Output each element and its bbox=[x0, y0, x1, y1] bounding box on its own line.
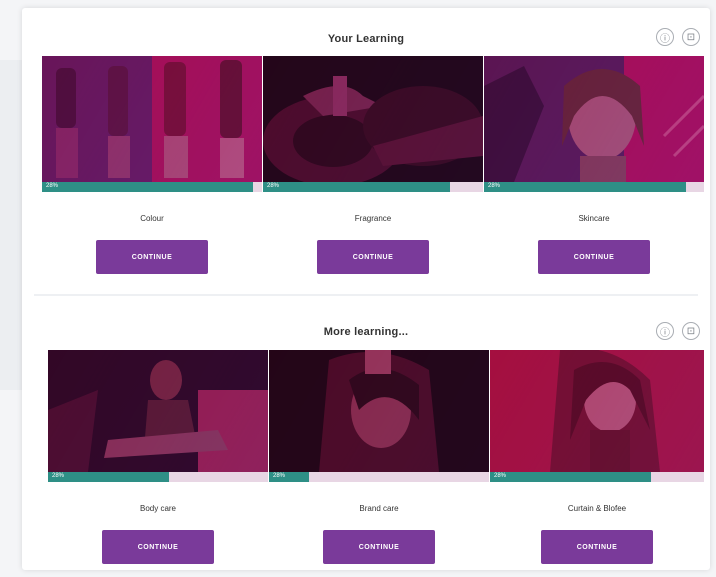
section-icons: ⓘ ⊡ bbox=[656, 28, 700, 46]
progress-label: 28% bbox=[488, 183, 501, 189]
your-learning-section: Your Learning ⓘ ⊡ 28% Colour CONTINUE 28… bbox=[22, 8, 710, 294]
photo-overlay bbox=[263, 56, 483, 182]
progress-bar: 28% bbox=[490, 472, 704, 482]
photo-overlay bbox=[269, 350, 489, 472]
progress-bar: 28% bbox=[269, 472, 489, 482]
course-tile[interactable]: 28% Colour CONTINUE bbox=[42, 56, 262, 274]
photo-overlay bbox=[490, 350, 704, 472]
progress-label: 28% bbox=[267, 183, 280, 189]
learning-dashboard-card: Your Learning ⓘ ⊡ 28% Colour CONTINUE 28… bbox=[22, 8, 710, 570]
expand-icon[interactable]: ⊡ bbox=[682, 28, 700, 46]
course-tile[interactable]: 28% Fragrance CONTINUE bbox=[263, 56, 483, 274]
continue-button[interactable]: CONTINUE bbox=[323, 530, 435, 564]
progress-bar: 28% bbox=[263, 182, 483, 192]
info-icon[interactable]: ⓘ bbox=[656, 322, 674, 340]
course-tiles: 28% Body care CONTINUE 28% Brand care CO… bbox=[48, 350, 704, 564]
course-thumbnail[interactable] bbox=[48, 350, 268, 472]
continue-button[interactable]: CONTINUE bbox=[538, 240, 650, 274]
progress-bar: 28% bbox=[484, 182, 704, 192]
course-title: Brand care bbox=[359, 504, 399, 513]
continue-button[interactable]: CONTINUE bbox=[96, 240, 208, 274]
progress-label: 28% bbox=[273, 473, 286, 479]
course-title: Curtain & Blofee bbox=[567, 504, 627, 513]
course-title: Colour bbox=[140, 214, 164, 223]
progress-label: 28% bbox=[52, 473, 65, 479]
photo-overlay bbox=[42, 56, 262, 182]
course-tile[interactable]: 28% Curtain & Blofee CONTINUE bbox=[490, 350, 704, 564]
section-divider bbox=[34, 294, 698, 296]
photo-overlay bbox=[48, 350, 268, 472]
info-icon[interactable]: ⓘ bbox=[656, 28, 674, 46]
photo-overlay bbox=[484, 56, 704, 182]
course-title: Skincare bbox=[578, 214, 610, 223]
progress-label: 28% bbox=[46, 183, 59, 189]
section-title: More learning... bbox=[323, 326, 409, 338]
course-title: Body care bbox=[139, 504, 177, 513]
continue-button[interactable]: CONTINUE bbox=[541, 530, 653, 564]
expand-icon[interactable]: ⊡ bbox=[682, 322, 700, 340]
more-learning-section: More learning... ⓘ ⊡ 28% Body care CONTI… bbox=[22, 298, 710, 570]
section-icons: ⓘ ⊡ bbox=[656, 322, 700, 340]
progress-bar: 28% bbox=[48, 472, 268, 482]
course-thumbnail[interactable] bbox=[42, 56, 262, 182]
progress-fill bbox=[42, 182, 254, 192]
progress-label: 28% bbox=[494, 473, 507, 479]
course-thumbnail[interactable] bbox=[490, 350, 704, 472]
course-thumbnail[interactable] bbox=[484, 56, 704, 182]
course-tile[interactable]: 28% Skincare CONTINUE bbox=[484, 56, 704, 274]
course-tile[interactable]: 28% Body care CONTINUE bbox=[48, 350, 268, 564]
progress-fill bbox=[263, 182, 450, 192]
progress-fill bbox=[484, 182, 687, 192]
progress-fill bbox=[48, 472, 169, 482]
progress-bar: 28% bbox=[42, 182, 262, 192]
section-title: Your Learning bbox=[327, 33, 405, 45]
course-tiles: 28% Colour CONTINUE 28% Fragrance CONTIN… bbox=[42, 56, 704, 274]
progress-fill bbox=[490, 472, 651, 482]
course-thumbnail[interactable] bbox=[263, 56, 483, 182]
course-tile[interactable]: 28% Brand care CONTINUE bbox=[269, 350, 489, 564]
course-title: Fragrance bbox=[354, 214, 392, 223]
continue-button[interactable]: CONTINUE bbox=[317, 240, 429, 274]
course-thumbnail[interactable] bbox=[269, 350, 489, 472]
continue-button[interactable]: CONTINUE bbox=[102, 530, 214, 564]
